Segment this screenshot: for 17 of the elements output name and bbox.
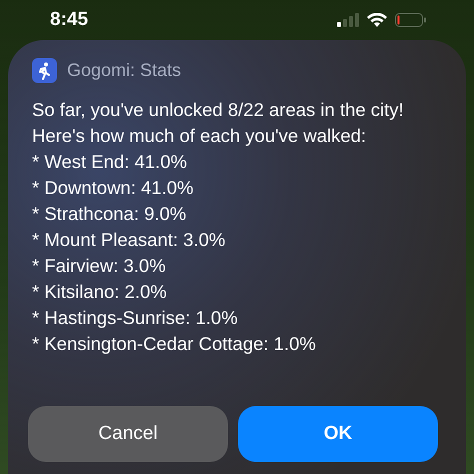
- stat-line: * Strathcona: 9.0%: [32, 202, 188, 226]
- stat-line: * Downtown: 41.0%: [32, 176, 194, 200]
- stat-line: * West End: 41.0%: [32, 150, 188, 174]
- stat-line: * Fairview: 3.0%: [32, 254, 167, 278]
- status-time: 8:45: [50, 9, 90, 31]
- battery-icon: [395, 13, 426, 27]
- alert-message: So far, you've unlocked 8/22 areas in the city! Here's how much of each you've walked:: [32, 98, 405, 148]
- signal-icon: [337, 13, 359, 27]
- walking-person-icon: [32, 58, 57, 83]
- ok-button[interactable]: OK: [238, 406, 438, 462]
- wifi-icon: [367, 13, 387, 27]
- app-name: Gogomi: Stats: [67, 60, 182, 81]
- stat-line: * Kitsilano: 2.0%: [32, 280, 168, 304]
- stat-line: * Mount Pleasant: 3.0%: [32, 228, 226, 252]
- stat-line: * Kensington-Cedar Cottage: 1.0%: [32, 332, 317, 356]
- stat-line: * Hastings-Sunrise: 1.0%: [32, 306, 239, 330]
- cancel-button[interactable]: Cancel: [28, 406, 228, 462]
